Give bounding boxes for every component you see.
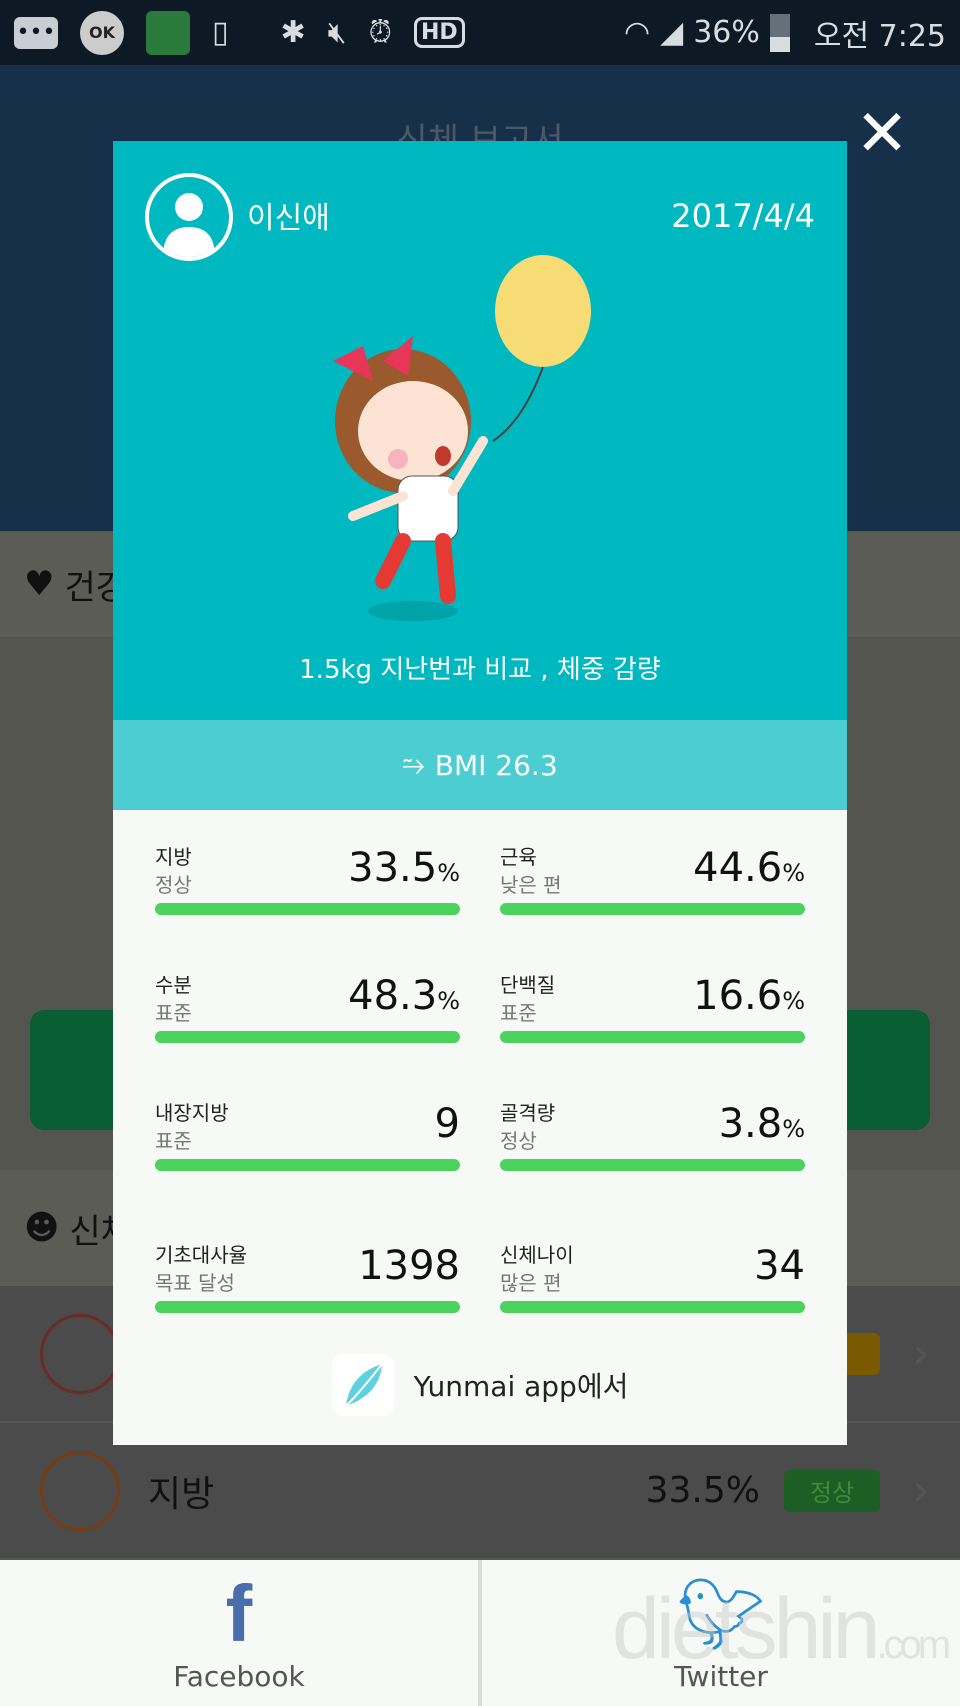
stat-value: 48.3% <box>348 973 460 1019</box>
report-date: 2017/4/4 <box>671 197 815 235</box>
stat-3: 단백질 표준 16.6% <box>500 969 805 1049</box>
stat-value: 33.5% <box>348 845 460 891</box>
app-footer: Yunmai app에서 <box>113 1325 847 1445</box>
hd-voice-icon: HD <box>413 17 465 48</box>
user-name: 이신애 <box>247 201 330 236</box>
battery-level: 36% <box>693 15 760 50</box>
scale-icon: ⥲ <box>402 748 425 781</box>
bmi-bar: ⥲ BMI 26.3 <box>113 720 847 810</box>
clock: 오전 7:25 <box>813 18 946 54</box>
stat-4: 내장지방 표준 9 <box>155 1097 460 1177</box>
stat-value: 1398 <box>358 1243 460 1289</box>
stat-status: 표준 <box>155 1129 192 1153</box>
stat-status: 정상 <box>155 873 192 897</box>
stat-6: 기초대사율 목표 달성 1398 <box>155 1239 460 1319</box>
facebook-icon: f <box>225 1568 253 1658</box>
stat-progress-bar <box>155 1301 460 1313</box>
stat-value: 3.8% <box>718 1101 805 1147</box>
battery-icon <box>769 13 790 52</box>
yunmai-logo <box>331 1354 394 1416</box>
share-bar: f Facebook 🐦︎ Twitter dietshin.com <box>0 1560 960 1706</box>
stat-label: 근육 <box>500 845 537 869</box>
stat-status: 표준 <box>500 1001 537 1025</box>
stat-status: 많은 편 <box>500 1271 562 1295</box>
stat-progress-bar <box>155 903 460 915</box>
share-facebook-button[interactable]: f Facebook <box>0 1560 478 1706</box>
stat-label: 기초대사율 <box>155 1243 247 1267</box>
stat-2: 수분 표준 48.3% <box>155 969 460 1049</box>
stat-status: 낮은 편 <box>500 873 562 897</box>
stat-7: 신체나이 많은 편 34 <box>500 1239 805 1319</box>
stat-value: 16.6% <box>693 973 805 1019</box>
bmi-value: BMI 26.3 <box>434 748 558 782</box>
avatar <box>145 173 233 261</box>
smile-icon: ☻ <box>24 1208 60 1248</box>
dna-icon <box>40 1450 120 1531</box>
ok-cashbag-icon: OK <box>80 10 124 55</box>
signal-icon: ◢ <box>660 15 684 50</box>
weight-change-message: 1.5kg 지난번과 비교 , 체중 감량 <box>299 655 661 685</box>
character-illustration <box>333 255 591 621</box>
screen-mirror-icon: ▯ <box>212 15 229 50</box>
stat-status: 목표 달성 <box>155 1271 235 1295</box>
alarm-icon: ⏰︎ <box>368 15 392 50</box>
stat-progress-bar <box>155 1031 460 1043</box>
stat-value: 34 <box>754 1243 805 1289</box>
mute-vibrate-icon: 🔇︎ <box>327 15 347 50</box>
stat-label: 골격량 <box>500 1101 556 1125</box>
trend-icon <box>40 1313 120 1394</box>
app-notification-icon <box>146 10 190 55</box>
status-bar: ••• OK ▯ ✱ 🔇︎ ⏰︎ HD ◠ ◢ 36% 오전 7:25 <box>0 0 960 65</box>
footer-text: Yunmai app에서 <box>413 1370 629 1403</box>
stat-label: 내장지방 <box>155 1101 229 1125</box>
heart-icon: ♥ <box>24 564 55 604</box>
stat-progress-bar <box>500 1031 805 1043</box>
stat-label: 수분 <box>155 973 192 997</box>
chevron-right-icon: › <box>912 1328 930 1379</box>
stat-1: 근육 낮은 편 44.6% <box>500 841 805 921</box>
wifi-icon: ◠ <box>623 15 651 50</box>
close-button[interactable]: ✕ <box>852 102 912 166</box>
stat-progress-bar <box>500 1301 805 1313</box>
more-icon: ••• <box>14 16 58 49</box>
share-twitter-button[interactable]: 🐦︎ Twitter dietshin.com <box>482 1560 960 1706</box>
bluetooth-icon: ✱ <box>280 15 306 50</box>
stat-progress-bar <box>155 1159 460 1171</box>
report-card: 이신애 2017/4/4 1.5kg 지난번과 비교 , 체중 감량 ⥲ BMI … <box>113 141 847 1445</box>
stat-status: 표준 <box>155 1001 192 1025</box>
stat-progress-bar <box>500 1159 805 1171</box>
stat-label: 단백질 <box>500 973 556 997</box>
chevron-right-icon: › <box>912 1465 930 1516</box>
stat-label: 신체나이 <box>500 1243 574 1267</box>
report-hero: 이신애 2017/4/4 1.5kg 지난번과 비교 , 체중 감량 <box>113 141 847 720</box>
stat-status: 정상 <box>500 1129 537 1153</box>
stat-progress-bar <box>500 903 805 915</box>
watermark: dietshin.com <box>612 1581 951 1677</box>
stat-value: 44.6% <box>693 845 805 891</box>
stat-value: 9 <box>434 1101 460 1147</box>
stat-5: 골격량 정상 3.8% <box>500 1097 805 1177</box>
stat-label: 지방 <box>155 845 192 869</box>
stat-0: 지방 정상 33.5% <box>155 841 460 921</box>
